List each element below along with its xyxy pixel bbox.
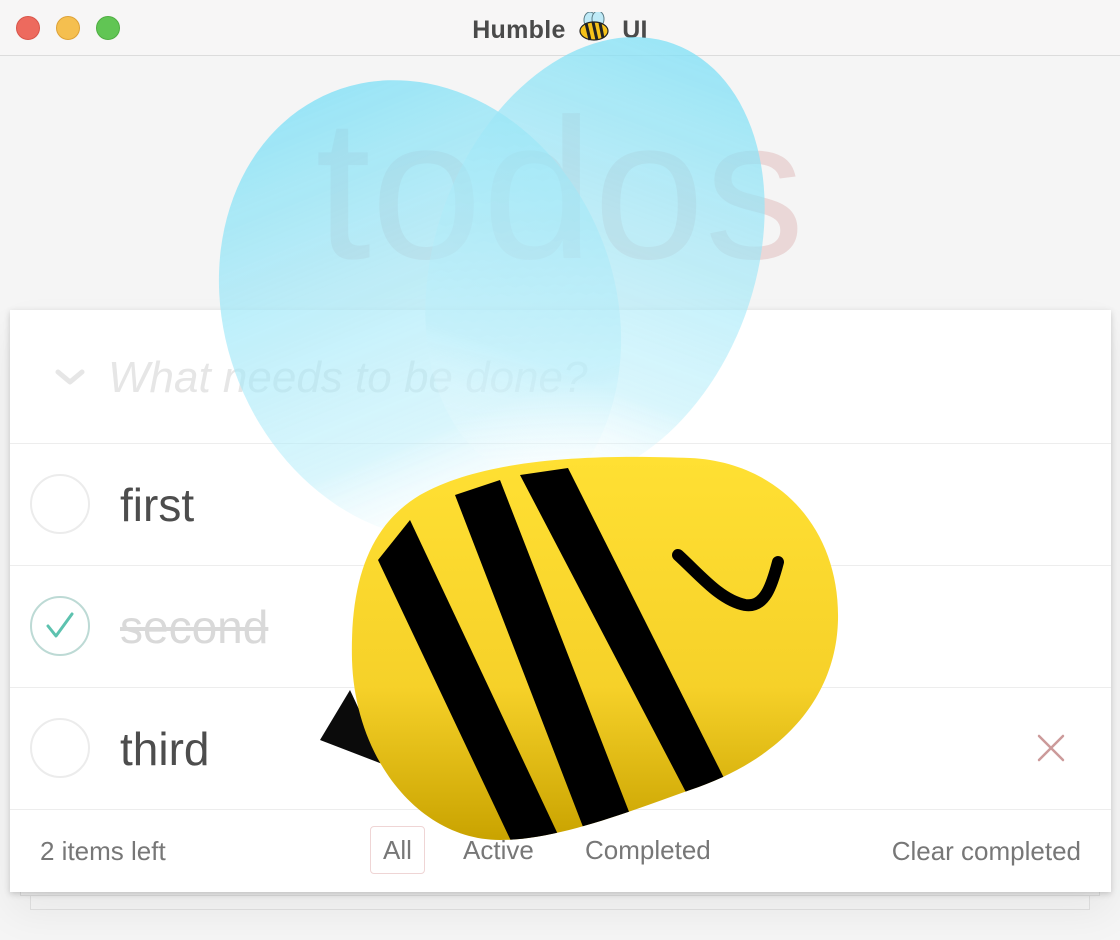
title-bar: Humble UI <box>0 0 1120 56</box>
new-todo-row <box>10 310 1111 444</box>
window-title: Humble UI <box>0 10 1120 49</box>
todo-card: first second third 2 items left All Acti… <box>10 310 1111 892</box>
new-todo-input[interactable] <box>106 346 1070 410</box>
todo-label[interactable]: third <box>120 724 209 774</box>
todo-list: first second third <box>10 444 1111 810</box>
filter-all[interactable]: All <box>370 826 425 874</box>
delete-todo-close-icon[interactable] <box>1031 728 1071 768</box>
todo-label[interactable]: first <box>120 480 194 530</box>
todo-label[interactable]: second <box>120 602 268 652</box>
todo-checkbox[interactable] <box>30 474 90 534</box>
filter-completed[interactable]: Completed <box>572 826 724 874</box>
window-title-text: Humble <box>472 16 566 44</box>
todo-checkbox-checked[interactable] <box>30 596 90 656</box>
todo-item: first <box>10 444 1111 566</box>
toggle-all-chevron-icon[interactable] <box>46 362 94 392</box>
bee-icon <box>577 10 611 49</box>
items-left-count: 2 items left <box>40 836 166 866</box>
checkmark-icon <box>46 612 74 638</box>
app-heading: todos <box>315 78 805 301</box>
filter-active[interactable]: Active <box>450 826 547 874</box>
todo-checkbox[interactable] <box>30 718 90 778</box>
clear-completed-button[interactable]: Clear completed <box>892 836 1081 867</box>
todo-footer: 2 items left All Active Completed Clear … <box>10 810 1111 892</box>
window-title-suffix: UI <box>622 16 648 44</box>
todo-item: third <box>10 688 1111 810</box>
todo-item: second <box>10 566 1111 688</box>
